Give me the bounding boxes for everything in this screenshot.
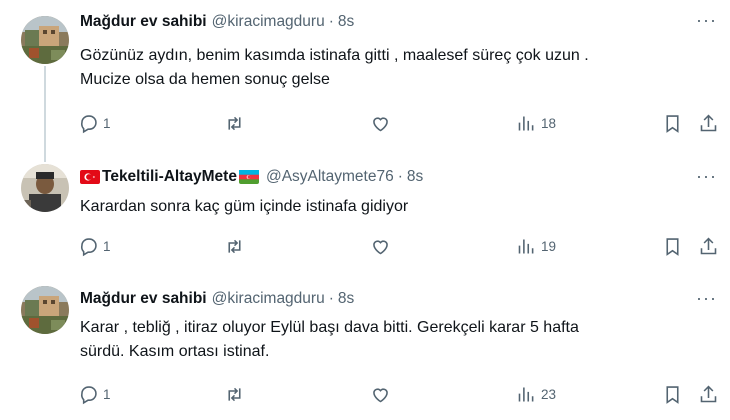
retweet-icon <box>228 387 241 401</box>
timestamp[interactable]: 8s <box>338 13 354 31</box>
views-icon <box>518 239 534 253</box>
like-button[interactable] <box>370 381 391 407</box>
reply-count: 1 <box>103 238 111 254</box>
reply-button[interactable]: 1 <box>78 110 111 136</box>
display-name[interactable]: Mağdur ev sahibi <box>80 13 207 31</box>
tweet-header: Tekeltili-AltayMete @AsyAltaymete76 · 8s <box>80 166 423 188</box>
tweet-actions: 1 19 <box>74 233 724 259</box>
views-button[interactable]: 23 <box>516 381 556 407</box>
share-icon <box>700 237 717 254</box>
bookmark-button[interactable] <box>662 381 683 407</box>
reply-icon <box>81 237 97 256</box>
like-button[interactable] <box>370 110 391 136</box>
tweet-text-line: sürdü. Kasım ortası istinaf. <box>80 343 270 360</box>
avatar[interactable] <box>21 164 69 212</box>
views-count: 19 <box>541 238 557 254</box>
share-icon <box>700 114 717 131</box>
share-button[interactable] <box>698 381 719 407</box>
avatar[interactable] <box>21 16 69 64</box>
display-name[interactable]: Tekeltili-AltayMete <box>102 168 237 186</box>
bookmark-icon <box>666 385 679 404</box>
display-name[interactable]: Mağdur ev sahibi <box>80 290 207 308</box>
tweet-text-line: Karardan sonra kaç güm içinde istinafa g… <box>80 198 409 215</box>
tweet-header: Mağdur ev sahibi @kiracimagduru · 8s <box>80 288 354 310</box>
like-icon <box>373 387 388 402</box>
more-options-icon[interactable]: ··· <box>696 288 717 309</box>
tweet-text-line: Mucize olsa da hemen sonuç gelse <box>80 71 330 88</box>
timestamp[interactable]: 8s <box>338 290 354 308</box>
tweet-text: Karar , tebliğ , itiraz oluyor Eylül baş… <box>80 316 700 364</box>
retweet-icon <box>228 116 241 130</box>
like-button[interactable] <box>370 233 391 259</box>
retweet-button[interactable] <box>224 233 245 259</box>
reply-button[interactable]: 1 <box>78 381 111 407</box>
bookmark-button[interactable] <box>662 110 683 136</box>
dot-separator: · <box>397 168 403 185</box>
more-options-icon[interactable]: ··· <box>696 166 717 187</box>
bookmark-icon <box>666 237 679 256</box>
views-count: 23 <box>541 386 557 402</box>
tweet-text-line: Karar , tebliğ , itiraz oluyor Eylül baş… <box>80 319 579 336</box>
user-handle[interactable]: @kiracimagduru <box>212 13 325 31</box>
tweet-actions: 1 18 <box>74 110 724 136</box>
tweet-text: Karardan sonra kaç güm içinde istinafa g… <box>80 195 700 219</box>
tweet-text: Gözünüz aydın, benim kasımda istinafa gi… <box>80 44 700 92</box>
reply-button[interactable]: 1 <box>78 233 111 259</box>
timestamp[interactable]: 8s <box>407 168 423 186</box>
bookmark-button[interactable] <box>662 233 683 259</box>
user-handle[interactable]: @kiracimagduru <box>212 290 325 308</box>
azerbaijan-flag-icon <box>238 170 259 184</box>
views-button[interactable]: 18 <box>516 110 556 136</box>
reply-icon <box>81 385 97 404</box>
bookmark-icon <box>666 114 679 133</box>
tweet-actions: 1 23 <box>74 381 724 407</box>
reply-icon <box>81 114 97 133</box>
thread-line <box>44 66 46 162</box>
views-icon <box>518 116 534 130</box>
dot-separator: · <box>328 290 334 307</box>
tweet-header: Mağdur ev sahibi @kiracimagduru · 8s <box>80 11 354 33</box>
user-handle[interactable]: @AsyAltaymete76 <box>266 168 394 186</box>
like-icon <box>373 239 388 254</box>
share-button[interactable] <box>698 110 719 136</box>
views-count: 18 <box>541 115 557 131</box>
reply-count: 1 <box>103 386 111 402</box>
more-options-icon[interactable]: ··· <box>696 10 717 31</box>
share-button[interactable] <box>698 233 719 259</box>
retweet-button[interactable] <box>224 381 245 407</box>
share-icon <box>700 385 717 402</box>
turkey-flag-icon <box>80 170 100 184</box>
views-button[interactable]: 19 <box>516 233 556 259</box>
tweet-text-line: Gözünüz aydın, benim kasımda istinafa gi… <box>80 47 589 64</box>
retweet-button[interactable] <box>224 110 245 136</box>
avatar[interactable] <box>21 286 69 334</box>
views-icon <box>518 387 534 401</box>
like-icon <box>373 116 388 131</box>
retweet-icon <box>228 239 241 253</box>
reply-count: 1 <box>103 115 111 131</box>
dot-separator: · <box>328 13 334 30</box>
